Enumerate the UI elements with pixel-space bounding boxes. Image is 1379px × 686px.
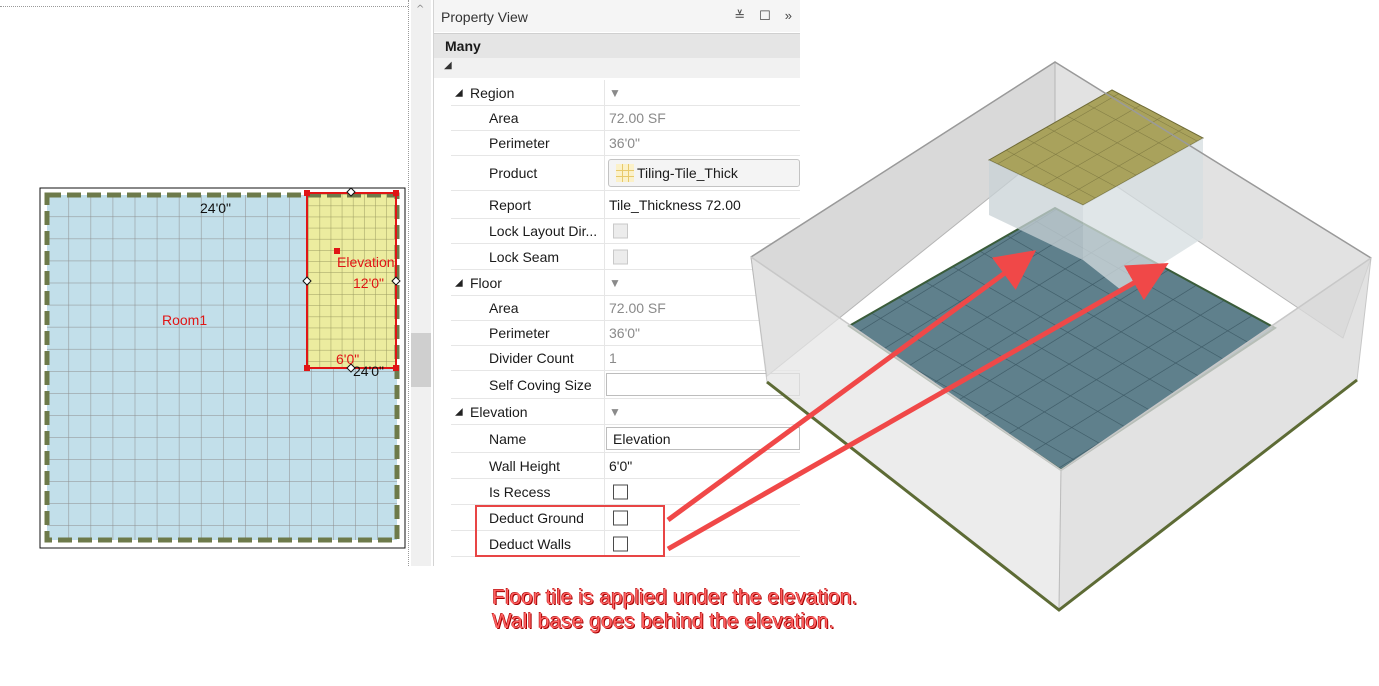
callout-arrows	[666, 250, 1169, 552]
annotation-line-2: Wall base goes behind the elevation.	[492, 610, 835, 633]
annotation-note: Floor tile is applied under the elevatio…	[492, 586, 857, 634]
arrow-deduct-ground	[666, 250, 1037, 523]
arrow-deduct-walls	[666, 263, 1169, 552]
annotation-line-1: Floor tile is applied under the elevatio…	[492, 586, 858, 609]
